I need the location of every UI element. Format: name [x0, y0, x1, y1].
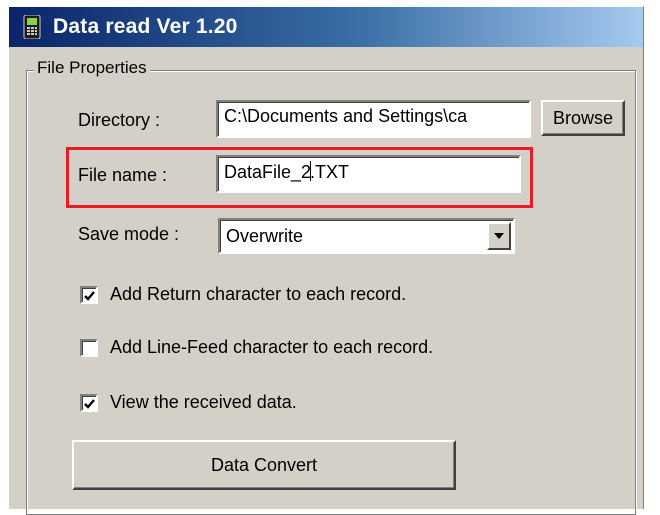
title-bar[interactable]: Data read Ver 1.20	[9, 7, 643, 47]
group-legend: File Properties	[34, 58, 150, 78]
add-line-feed-checkbox[interactable]	[80, 339, 98, 357]
window-title: Data read Ver 1.20	[53, 15, 238, 38]
checkmark-icon	[84, 399, 95, 409]
data-convert-button[interactable]: Data Convert	[72, 440, 456, 490]
save-mode-label: Save mode :	[78, 224, 180, 244]
browse-button[interactable]: Browse	[541, 100, 625, 136]
add-return-checkbox[interactable]	[80, 286, 98, 304]
view-received-data-label[interactable]: View the received data.	[110, 392, 297, 413]
checkmark-icon	[84, 291, 95, 301]
chevron-down-icon	[494, 233, 504, 239]
filename-highlight-box	[66, 147, 533, 208]
directory-label: Directory :	[78, 110, 161, 130]
save-mode-selected: Overwrite	[226, 226, 304, 246]
handheld-terminal-icon	[23, 14, 41, 40]
directory-field[interactable]: C:\Documents and Settings\ca	[216, 100, 531, 138]
add-line-feed-label[interactable]: Add Line-Feed character to each record.	[110, 337, 433, 358]
dropdown-button[interactable]	[487, 222, 511, 250]
add-return-label[interactable]: Add Return character to each record.	[110, 284, 406, 305]
view-received-data-checkbox[interactable]	[80, 394, 98, 412]
save-mode-select[interactable]: Overwrite	[218, 218, 515, 254]
